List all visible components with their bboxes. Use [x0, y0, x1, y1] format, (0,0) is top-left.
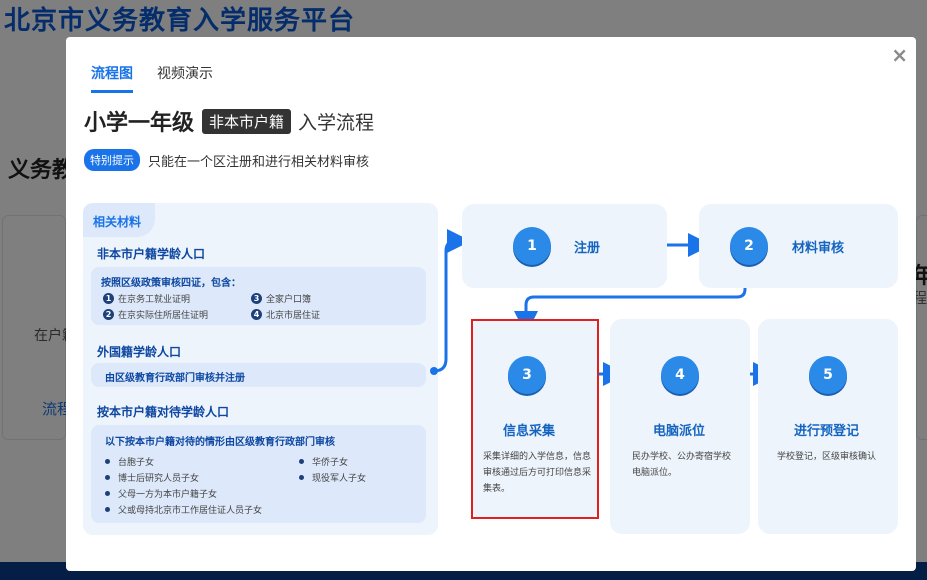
- step-number: 5: [809, 356, 847, 394]
- step-preregistration[interactable]: 5 进行预登记 学校登记，区级审核确认: [758, 319, 898, 534]
- step-name: 电脑派位: [653, 424, 706, 439]
- step-desc: 民办学校、公办寄宿学校电脑派位。: [632, 452, 732, 478]
- step-number: 4: [661, 356, 699, 394]
- step-name: 注册: [574, 241, 601, 256]
- arrow-dot: [430, 367, 438, 375]
- highlight-box: [471, 319, 599, 519]
- step-number: 1: [513, 227, 551, 265]
- step-register[interactable]: 1 注册: [462, 204, 667, 288]
- step-desc: 学校登记，区级审核确认: [777, 452, 877, 462]
- process-modal: × 流程图 视频演示 小学一年级 非本市户籍 入学流程 特别提示 只能在一个区注…: [66, 37, 916, 571]
- step-name: 材料审核: [792, 241, 845, 256]
- step-name: 进行预登记: [794, 424, 860, 439]
- step-material-review[interactable]: 2 材料审核: [699, 204, 898, 288]
- step-computer-lottery[interactable]: 4 电脑派位 民办学校、公办寄宿学校电脑派位。: [610, 319, 750, 534]
- step-number: 2: [730, 227, 768, 265]
- arrow-materials-to-register: [433, 229, 471, 373]
